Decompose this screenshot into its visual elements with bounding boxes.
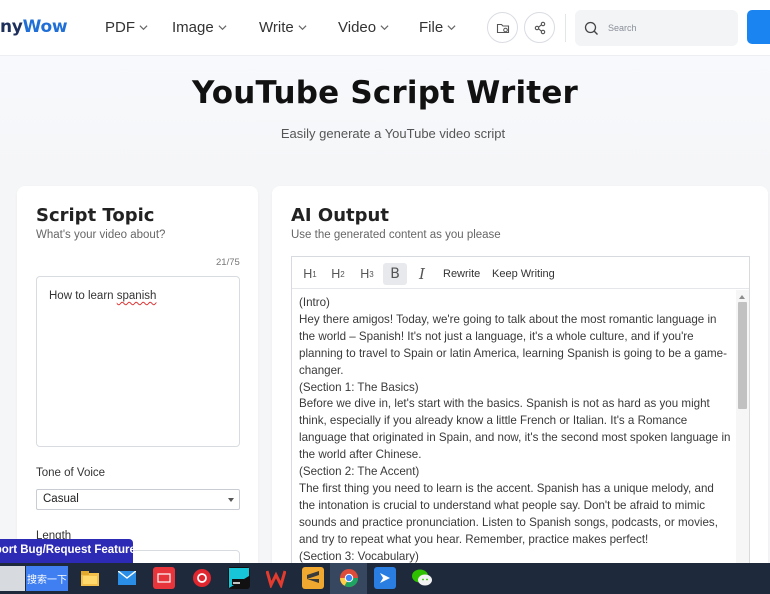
output-text-area[interactable]: (Intro) Hey there amigos! Today, we're g… xyxy=(299,295,732,575)
netease-music-icon[interactable] xyxy=(191,567,213,589)
tone-of-voice-select[interactable]: Casual xyxy=(36,489,240,510)
mail-icon[interactable] xyxy=(116,567,138,589)
nav-write-label: Write xyxy=(259,19,294,36)
sublime-text-icon[interactable] xyxy=(302,567,324,589)
nav-video-label: Video xyxy=(338,19,377,36)
nav-pdf-label: PDF xyxy=(105,19,135,36)
webstorm-icon[interactable] xyxy=(228,567,250,589)
script-topic-subtitle: What's your video about? xyxy=(36,229,166,241)
taskbar-search-button[interactable]: 搜索一下 xyxy=(26,566,68,591)
report-bug-label: Report Bug/Request Feature xyxy=(0,544,133,556)
login-button[interactable] xyxy=(747,10,770,44)
nav-pdf[interactable]: PDF xyxy=(105,19,148,36)
italic-icon: I xyxy=(419,265,425,283)
bold-icon: B xyxy=(390,266,400,282)
ai-output-subtitle: Use the generated content as you please xyxy=(291,229,501,241)
top-navbar: nyWow PDF Image Write Video File xyxy=(0,0,770,56)
heading3-sub: 3 xyxy=(369,269,374,279)
chevron-down-icon xyxy=(298,25,307,31)
heading2-label: H xyxy=(331,267,341,281)
heading2-button[interactable]: H2 xyxy=(329,263,347,285)
logo-text-dark: ny xyxy=(0,17,23,37)
heading3-label: H xyxy=(360,267,370,281)
keep-writing-button[interactable]: Keep Writing xyxy=(492,263,555,285)
bold-button[interactable]: B xyxy=(383,263,407,285)
ai-output-title: AI Output xyxy=(291,205,389,226)
nav-video[interactable]: Video xyxy=(338,19,389,36)
output-paragraph: The first thing you need to learn is the… xyxy=(299,481,718,546)
chrome-icon[interactable] xyxy=(338,567,360,589)
script-topic-title: Script Topic xyxy=(36,205,155,226)
search-box[interactable] xyxy=(575,10,738,46)
chevron-down-icon xyxy=(447,25,456,31)
output-paragraph: (Section 1: The Basics) xyxy=(299,380,419,394)
heading1-sub: 1 xyxy=(312,269,317,279)
output-editor: H1 H2 H3 B I Rewrite Keep Writing (Intro… xyxy=(291,256,750,576)
rewrite-button[interactable]: Rewrite xyxy=(443,263,480,285)
site-logo[interactable]: nyWow xyxy=(0,17,68,37)
nav-image[interactable]: Image xyxy=(172,19,227,36)
nav-divider xyxy=(565,14,566,42)
topic-text-misspelled: spanish xyxy=(116,290,157,302)
search-input[interactable] xyxy=(608,23,718,33)
share-icon xyxy=(534,21,545,34)
feishu-icon[interactable] xyxy=(374,567,396,589)
taskbar-search-field[interactable] xyxy=(0,566,25,591)
share-button[interactable] xyxy=(524,12,555,43)
hero-section xyxy=(0,56,770,176)
nav-image-label: Image xyxy=(172,19,214,36)
chevron-down-icon xyxy=(380,25,389,31)
topic-textarea[interactable]: How to learn spanish xyxy=(36,276,240,447)
output-paragraph: Hey there amigos! Today, we're going to … xyxy=(299,312,727,377)
chevron-down-icon xyxy=(139,25,148,31)
page-title: YouTube Script Writer xyxy=(191,75,579,111)
file-explorer-icon[interactable] xyxy=(79,567,101,589)
page-subtitle: Easily generate a YouTube video script xyxy=(280,126,506,141)
logo-text-blue: Wow xyxy=(22,17,68,37)
heading1-label: H xyxy=(303,267,313,281)
tone-of-voice-value: Casual xyxy=(43,493,79,505)
output-paragraph: Before we dive in, let's start with the … xyxy=(299,397,731,462)
report-bug-button[interactable]: Report Bug/Request Feature xyxy=(0,539,133,563)
windows-taskbar: 搜索一下 xyxy=(0,563,770,594)
nav-file-label: File xyxy=(419,19,444,36)
scrollbar-thumb[interactable] xyxy=(738,302,747,409)
wps-icon[interactable] xyxy=(265,567,287,589)
editor-scrollbar[interactable] xyxy=(736,290,749,575)
nav-file[interactable]: File xyxy=(419,19,456,36)
search-icon xyxy=(584,21,598,35)
chevron-down-icon xyxy=(218,25,227,31)
folder-icon xyxy=(496,23,509,33)
heading1-button[interactable]: H1 xyxy=(301,263,319,285)
char-counter: 21/75 xyxy=(216,257,240,268)
heading3-button[interactable]: H3 xyxy=(358,263,376,285)
nav-write[interactable]: Write xyxy=(259,19,307,36)
scroll-up-arrow-icon[interactable] xyxy=(739,295,745,299)
red-app-icon[interactable] xyxy=(153,567,175,589)
editor-toolbar: H1 H2 H3 B I Rewrite Keep Writing xyxy=(292,257,749,289)
dropdown-arrow-icon xyxy=(228,498,234,502)
output-paragraph: (Intro) xyxy=(299,296,330,309)
tone-of-voice-label: Tone of Voice xyxy=(36,467,106,479)
italic-button[interactable]: I xyxy=(413,263,431,285)
heading2-sub: 2 xyxy=(340,269,345,279)
folder-button[interactable] xyxy=(487,12,518,43)
topic-text: How to learn xyxy=(49,290,117,302)
output-paragraph: (Section 2: The Accent) xyxy=(299,465,420,479)
wechat-icon[interactable] xyxy=(411,567,433,589)
